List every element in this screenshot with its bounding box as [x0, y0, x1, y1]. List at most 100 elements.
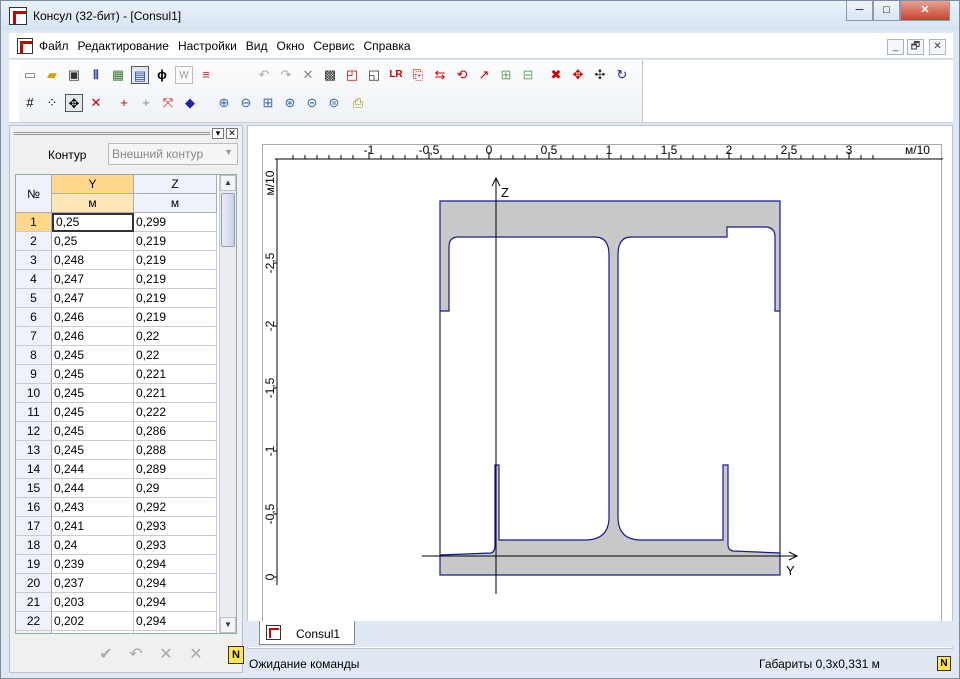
row-number[interactable]: 12 — [16, 422, 52, 441]
cell-z[interactable]: 0,219 — [134, 270, 217, 289]
cell-y[interactable]: 0,244 — [52, 479, 134, 498]
cell-y[interactable]: 0,245 — [52, 403, 134, 422]
n-badge[interactable]: N — [228, 646, 244, 664]
cell-y[interactable]: 0,247 — [52, 289, 134, 308]
row-number[interactable]: 4 — [16, 270, 52, 289]
table-row[interactable]: 21 0,203 0,294 — [16, 593, 218, 612]
table-row[interactable]: 2 0,25 0,219 — [16, 232, 218, 251]
cell-y[interactable]: 0,239 — [52, 555, 134, 574]
cell-z[interactable]: 0,293 — [134, 517, 217, 536]
menu-help[interactable]: Справка — [363, 39, 410, 53]
table-row[interactable]: 22 0,202 0,294 — [16, 612, 218, 631]
move-all-icon[interactable]: ✣ — [591, 66, 609, 84]
phi-icon[interactable]: ϕ — [153, 66, 171, 84]
move-icon[interactable]: ⇆ — [431, 66, 449, 84]
table-row[interactable]: 15 0,244 0,29 — [16, 479, 218, 498]
layers-icon[interactable]: ≡ — [197, 66, 215, 84]
undo-button[interactable]: ↶ — [124, 644, 148, 666]
menu-settings[interactable]: Настройки — [178, 39, 237, 53]
menu-edit[interactable]: Редактирование — [78, 39, 169, 53]
cell-z[interactable]: 0,29 — [134, 479, 217, 498]
table-row[interactable]: 230,2020,294 — [16, 631, 218, 633]
cell-y[interactable]: 0,243 — [52, 498, 134, 517]
word-icon[interactable]: W — [175, 66, 193, 84]
row-number[interactable]: 7 — [16, 327, 52, 346]
pan-icon[interactable]: ✥ — [65, 94, 83, 112]
cell-z[interactable]: 0,286 — [134, 422, 217, 441]
cell-z[interactable]: 0,294 — [134, 574, 217, 593]
redo-icon[interactable]: ↷ — [277, 66, 295, 84]
cell-z[interactable]: 0,221 — [134, 384, 217, 403]
cell-z[interactable]: 0,22 — [134, 327, 217, 346]
row-number[interactable]: 22 — [16, 612, 52, 631]
cell-y[interactable]: 0,237 — [52, 574, 134, 593]
grid-icon[interactable]: # — [21, 94, 39, 112]
cell-y[interactable]: 0,246 — [52, 327, 134, 346]
row-number[interactable]: 21 — [16, 593, 52, 612]
zoom-window-icon[interactable]: ⊛ — [281, 94, 299, 112]
table-row[interactable]: 8 0,245 0,22 — [16, 346, 218, 365]
mdi-restore-button[interactable]: 🗗 — [907, 39, 924, 55]
row-number[interactable]: 10 — [16, 384, 52, 403]
table-row[interactable]: 7 0,246 0,22 — [16, 327, 218, 346]
grid-pattern-icon[interactable]: ⊞ — [497, 66, 515, 84]
table-icon[interactable]: ▤ — [131, 66, 149, 84]
table-row[interactable]: 6 0,246 0,219 — [16, 308, 218, 327]
cell-z[interactable]: 0,222 — [134, 403, 217, 422]
panel-menu-button[interactable]: ▾ — [212, 128, 224, 139]
panel-close-button[interactable]: ✕ — [226, 128, 238, 139]
copy-icon[interactable]: ⎘ — [409, 66, 427, 84]
cancel-button[interactable]: ✕ — [184, 644, 208, 666]
cell-z[interactable]: 0,294 — [134, 631, 217, 633]
table-row[interactable]: 14 0,244 0,289 — [16, 460, 218, 479]
zoom-prev-icon[interactable]: ⊝ — [303, 94, 321, 112]
rotate-icon[interactable]: ⟲ — [453, 66, 471, 84]
diamond-icon[interactable]: ◆ — [181, 94, 199, 112]
cell-y[interactable]: 0,245 — [52, 422, 134, 441]
line-icon[interactable]: ↗ — [475, 66, 493, 84]
table-row[interactable]: 17 0,241 0,293 — [16, 517, 218, 536]
status-n-badge[interactable]: N — [937, 656, 951, 671]
snap-icon[interactable]: ⁘ — [43, 94, 61, 112]
cell-y[interactable]: 0,24 — [52, 536, 134, 555]
cell-y[interactable]: 0,245 — [52, 441, 134, 460]
cell-z[interactable]: 0,299 — [134, 213, 217, 232]
cell-y[interactable]: 0,25 — [52, 213, 134, 232]
contour-select[interactable]: Внешний контур ▼ — [108, 143, 238, 165]
menu-view[interactable]: Вид — [246, 39, 268, 53]
table-row[interactable]: 3 0,248 0,219 — [16, 251, 218, 270]
cell-z[interactable]: 0,292 — [134, 498, 217, 517]
refresh-icon[interactable]: ↻ — [613, 66, 631, 84]
properties-icon[interactable]: ▦ — [109, 66, 127, 84]
tab-consul1[interactable]: Consul1 — [259, 621, 355, 645]
drawing-canvas[interactable]: -1 -0,5 0 0,5 1 1,5 2 2,5 3 м/10 -2,5 -2… — [262, 143, 943, 622]
cell-y[interactable]: 0,245 — [52, 384, 134, 403]
row-number[interactable]: 6 — [16, 308, 52, 327]
move-nodes-icon[interactable]: ✥ — [569, 66, 587, 84]
cell-z[interactable]: 0,293 — [134, 536, 217, 555]
cell-y[interactable]: 0,202 — [52, 631, 134, 633]
row-number[interactable]: 11 — [16, 403, 52, 422]
contour-icon[interactable]: ◰ — [343, 66, 361, 84]
mirror-icon[interactable]: ⊟ — [519, 66, 537, 84]
delete-row-button[interactable]: ✕ — [154, 644, 178, 666]
row-number[interactable]: 13 — [16, 441, 52, 460]
cell-z[interactable]: 0,289 — [134, 460, 217, 479]
zoom-out-icon[interactable]: ⊖ — [237, 94, 255, 112]
cell-z[interactable]: 0,219 — [134, 289, 217, 308]
row-number[interactable]: 9 — [16, 365, 52, 384]
column-header-y[interactable]: Y — [52, 175, 134, 194]
row-number[interactable]: 20 — [16, 574, 52, 593]
table-row[interactable]: 18 0,24 0,293 — [16, 536, 218, 555]
maximize-button[interactable]: □ — [873, 1, 900, 21]
menu-window[interactable]: Окно — [277, 39, 305, 53]
save-icon[interactable]: ▣ — [65, 66, 83, 84]
mdi-minimize-button[interactable]: _ — [887, 39, 904, 55]
column-header-z[interactable]: Z — [134, 175, 217, 194]
section-icon[interactable]: Ⅱ — [87, 66, 105, 84]
cross-icon[interactable]: ✖ — [547, 66, 565, 84]
column-header-number[interactable]: № — [16, 175, 52, 213]
row-number[interactable]: 5 — [16, 289, 52, 308]
row-number[interactable]: 1 — [16, 213, 52, 232]
panel-grip[interactable] — [14, 132, 210, 135]
